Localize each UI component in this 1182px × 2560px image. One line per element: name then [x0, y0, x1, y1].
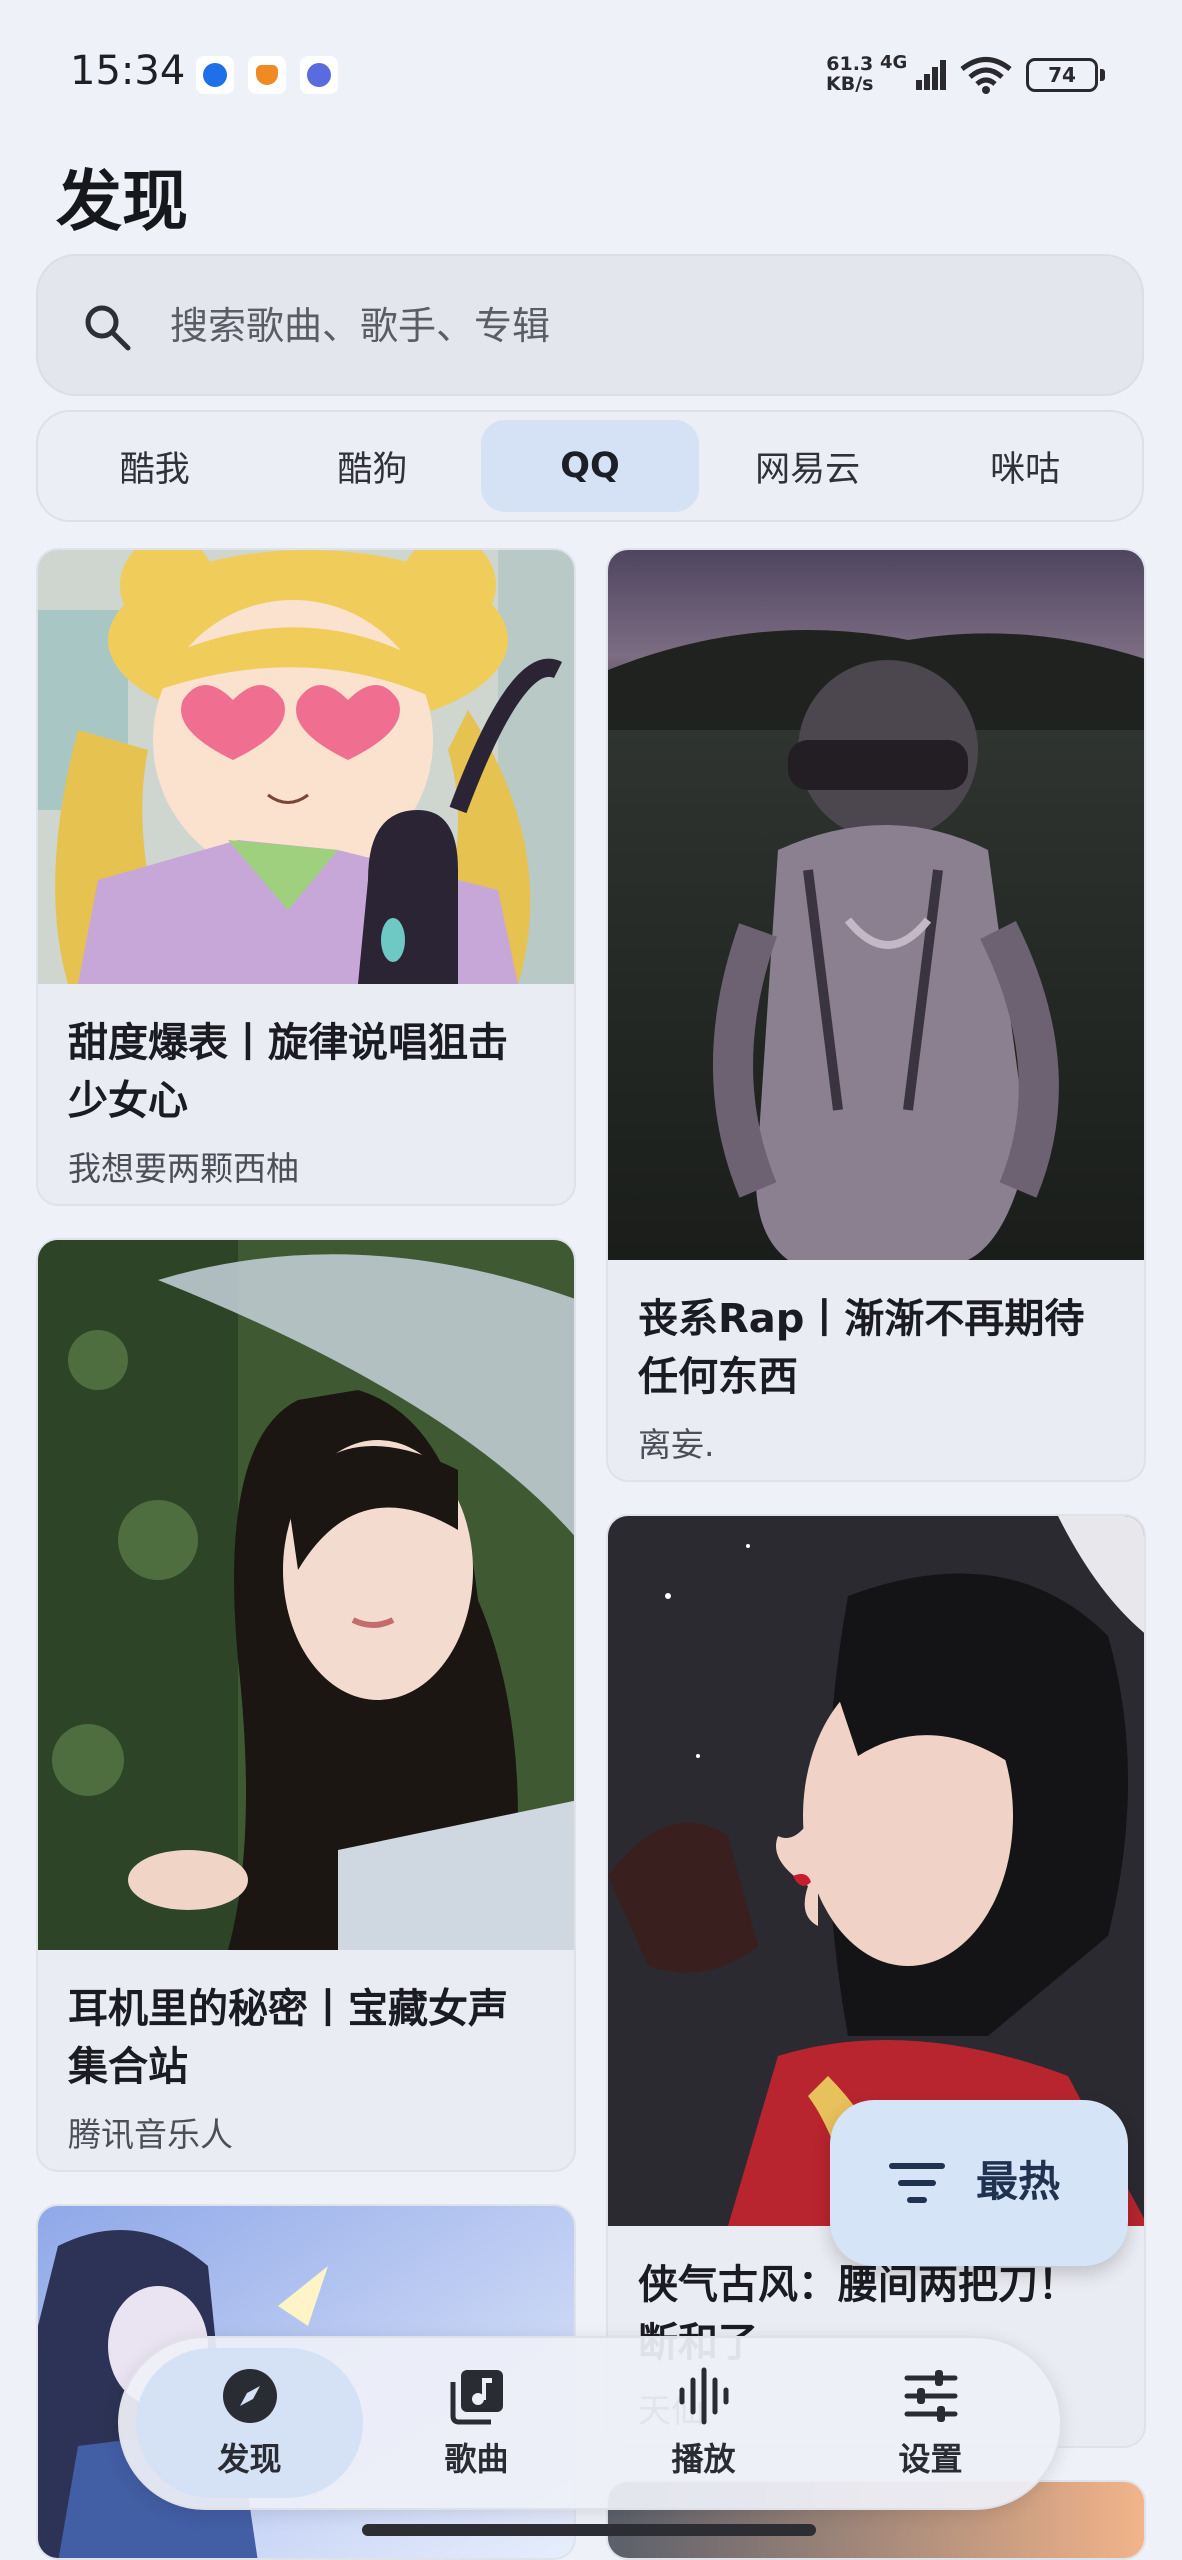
nav-discover[interactable]: 发现: [136, 2348, 363, 2498]
sliders-icon: [904, 2370, 957, 2422]
status-time: 15:34: [70, 48, 186, 94]
playlist-author: 离妄.: [638, 1425, 715, 1464]
tab-kugou[interactable]: 酷狗: [264, 420, 482, 512]
home-indicator[interactable]: [362, 2524, 816, 2536]
nav-playing[interactable]: 播放: [590, 2348, 817, 2498]
status-bar: 15:34 61.3 KB/s 4G 74: [0, 0, 1182, 150]
nav-label: 播放: [671, 2440, 736, 2478]
tab-kuwo[interactable]: 酷我: [46, 420, 264, 512]
playlist-cover: [38, 550, 574, 984]
search-icon: [85, 305, 131, 351]
playlist-cover: [608, 550, 1144, 1260]
nav-label: 发现: [217, 2440, 282, 2478]
bottom-navigation: 发现 歌曲 播放 设置: [118, 2336, 1062, 2510]
nav-songs[interactable]: 歌曲: [363, 2348, 590, 2498]
nav-label: 歌曲: [444, 2440, 509, 2478]
fox-app-notification-icon: [248, 56, 286, 94]
network-speed-unit: KB/s: [826, 73, 874, 95]
network-speed-value: 61.3: [826, 53, 874, 75]
nav-label: 设置: [898, 2440, 963, 2478]
sort-button[interactable]: 最热: [830, 2100, 1128, 2266]
nav-settings[interactable]: 设置: [817, 2348, 1044, 2498]
playlist-cover: [38, 1240, 574, 1950]
page-title: 发现: [56, 163, 188, 240]
playlist-card[interactable]: 甜度爆表丨旋律说唱狙击少女心 我想要两颗西柚: [36, 548, 576, 1206]
playlist-title: 甜度爆表丨旋律说唱狙击少女心: [68, 1020, 508, 1124]
playlist-card[interactable]: 丧系Rap丨渐渐不再期待任何东西 离妄.: [606, 548, 1146, 1482]
compass-icon: [222, 2369, 277, 2423]
music-library-icon: [450, 2370, 503, 2425]
battery-indicator: 74: [1026, 58, 1105, 92]
playlist-title: 丧系Rap丨渐渐不再期待任何东西: [638, 1296, 1085, 1400]
tab-migu[interactable]: 咪咕: [916, 420, 1134, 512]
filter-icon: [889, 2163, 945, 2203]
playlist-author: 我想要两颗西柚: [68, 1149, 299, 1188]
app-notification-icon: [196, 56, 234, 94]
playlist-title: 耳机里的秘密丨宝藏女声集合站: [68, 1986, 508, 2090]
waveform-icon: [679, 2367, 728, 2425]
tab-qq[interactable]: QQ: [481, 420, 699, 512]
playlist-card[interactable]: 侠气古风：腰间两把刀！断和了 天仙: [606, 1514, 1146, 2448]
source-tabs: 酷我 酷狗 QQ 网易云 咪咕: [36, 410, 1144, 522]
playlist-author: 腾讯音乐人: [68, 2115, 233, 2154]
search-bar[interactable]: [36, 254, 1144, 396]
search-input[interactable]: [170, 286, 1070, 366]
tab-netease[interactable]: 网易云: [699, 420, 917, 512]
sort-button-label: 最热: [976, 2157, 1061, 2206]
wifi-icon: [960, 57, 1012, 94]
network-speed: 61.3 KB/s: [826, 54, 873, 94]
signal-icon: [916, 60, 946, 90]
playlist-card[interactable]: 耳机里的秘密丨宝藏女声集合站 腾讯音乐人: [36, 1238, 576, 2172]
browser-notification-icon: [300, 56, 338, 94]
